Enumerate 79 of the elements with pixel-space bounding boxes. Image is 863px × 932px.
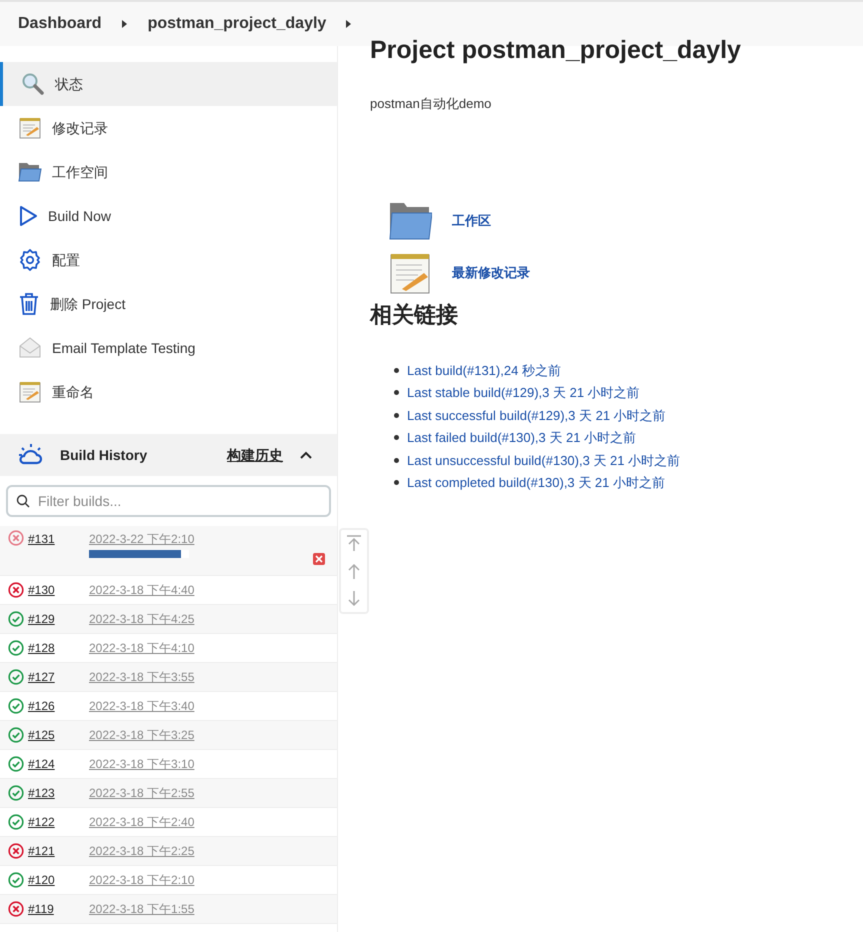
notepad-icon: [18, 116, 42, 140]
sidebar-item[interactable]: 状态: [0, 62, 337, 106]
check-circle-icon: [8, 785, 24, 801]
bullet: [394, 458, 399, 463]
bullet: [394, 368, 399, 373]
folder-icon: [18, 160, 42, 184]
build-time-link[interactable]: 2022-3-18 下午4:40: [89, 581, 194, 599]
build-number-link[interactable]: #121: [28, 842, 89, 860]
caret-right-icon[interactable]: [346, 19, 352, 29]
check-circle-icon: [8, 640, 24, 656]
build-number-link[interactable]: #125: [28, 726, 89, 744]
caret-icon[interactable]: [299, 450, 313, 460]
build-link[interactable]: Last successful build(#129),3 天 21 小时之前: [407, 406, 666, 425]
build-number-link[interactable]: #129: [28, 610, 89, 628]
build-history-link[interactable]: 构建历史: [227, 444, 283, 466]
arrow-down-icon[interactable]: [346, 590, 362, 608]
notepad-icon: [18, 380, 42, 404]
build-number-link[interactable]: #119: [28, 900, 89, 918]
bullet: [394, 390, 399, 396]
scroll-top-icon[interactable]: [346, 534, 362, 552]
filter-field[interactable]: Filter builds...: [6, 485, 331, 517]
sidebar-item[interactable]: 工作空间: [0, 150, 337, 194]
project-title: Project postman_project_dayly: [370, 38, 742, 63]
error-icon: [8, 843, 24, 859]
check-circle-icon: [8, 698, 24, 714]
gear-icon: [18, 248, 42, 272]
sidebar-item[interactable]: Build Now: [0, 194, 337, 238]
build-time-link[interactable]: 2022-3-18 下午4:10: [89, 639, 194, 657]
shortcut-link[interactable]: 最新修改记录: [452, 262, 530, 282]
build-number-link[interactable]: #126: [28, 697, 89, 715]
build-number-link[interactable]: #128: [28, 639, 89, 657]
build-number-link[interactable]: #130: [28, 581, 89, 599]
check-circle-icon: [8, 814, 24, 830]
section-heading: 相关链接: [370, 300, 459, 328]
project-description: postman自动化demo: [370, 95, 492, 113]
bullet: [394, 480, 399, 486]
build-number-link[interactable]: #131: [28, 530, 89, 575]
play-icon: [18, 205, 38, 227]
error-icon: [8, 530, 24, 546]
build-number-link[interactable]: #124: [28, 755, 89, 773]
error-icon: [8, 901, 24, 917]
sidebar-item[interactable]: 配置: [0, 238, 337, 282]
check-circle-icon: [8, 727, 24, 743]
build-link[interactable]: Last build(#131),24 秒之前: [407, 360, 561, 380]
bullet: [394, 435, 399, 440]
magnifier-icon: [21, 72, 45, 96]
trash-icon: [18, 292, 40, 316]
error-icon: [8, 582, 24, 598]
build-number-link[interactable]: #123: [28, 784, 89, 802]
sidebar-item[interactable]: Email Template Testing: [0, 326, 337, 370]
breadcrumb-link[interactable]: Dashboard: [18, 12, 102, 36]
check-circle-icon: [8, 872, 24, 888]
build-time-link[interactable]: 2022-3-18 下午2:10: [89, 871, 194, 889]
build-time-link[interactable]: 2022-3-18 下午3:10: [89, 755, 194, 773]
check-circle-icon: [8, 756, 24, 772]
check-circle-icon: [8, 611, 24, 627]
arrow-up-icon[interactable]: [346, 562, 362, 580]
build-link[interactable]: Last failed build(#130),3 天 21 小时之前: [407, 428, 636, 448]
build-number-link[interactable]: #127: [28, 668, 89, 686]
sidebar-item[interactable]: 重命名: [0, 370, 337, 414]
build-link[interactable]: Last unsuccessful build(#130),3 天 21 小时之前: [407, 450, 680, 470]
build-time-link[interactable]: 2022-3-18 下午2:40: [89, 813, 194, 831]
cancel-icon[interactable]: [313, 553, 325, 565]
sidebar-item[interactable]: 修改记录: [0, 106, 337, 150]
envelope-icon: [18, 336, 42, 360]
search-icon: [16, 494, 30, 508]
build-time-link[interactable]: 2022-3-18 下午3:40: [89, 697, 194, 715]
build-link[interactable]: Last stable build(#129),3 天 21 小时之前: [407, 383, 640, 402]
shortcut-link[interactable]: 工作区: [452, 210, 491, 230]
caret-right-icon[interactable]: [122, 19, 128, 29]
folder-icon: [388, 200, 432, 240]
build-link[interactable]: Last completed build(#130),3 天 21 小时之前: [407, 473, 665, 492]
check-circle-icon: [8, 669, 24, 685]
panel-title: Build History: [60, 446, 148, 465]
build-number-link[interactable]: #120: [28, 871, 89, 889]
build-number-link[interactable]: #122: [28, 813, 89, 831]
bullet: [394, 412, 399, 418]
breadcrumb-link[interactable]: postman_project_dayly: [148, 12, 326, 36]
sidebar-item[interactable]: 删除 Project: [0, 282, 337, 326]
